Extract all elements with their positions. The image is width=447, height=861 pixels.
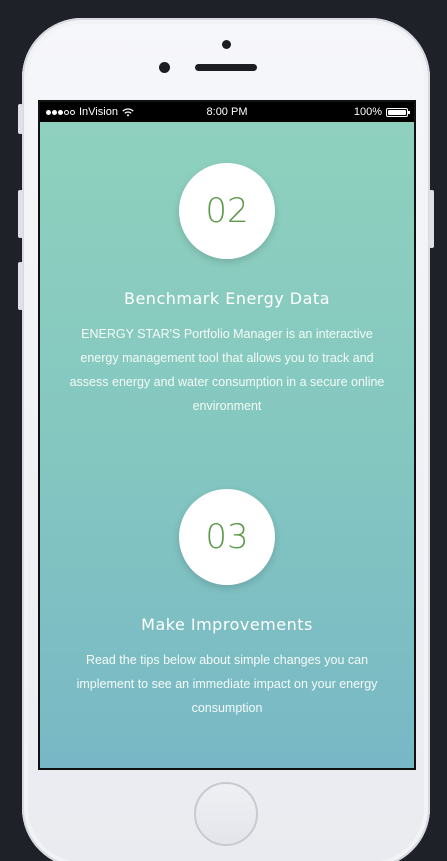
step-description: Read the tips below about simple changes…	[76, 653, 378, 715]
step-title: Make Improvements	[141, 615, 313, 634]
phone-frame: InVision 8:00 PM 100% 02 Benchmark Energ…	[18, 18, 434, 861]
volume-up-button	[18, 190, 23, 238]
earpiece-speaker	[195, 64, 257, 71]
step-description: ENERGY STAR'S Portfolio Manager is an in…	[69, 327, 385, 413]
app-content: 02 Benchmark Energy Data ENERGY STAR'S P…	[40, 122, 414, 768]
home-button[interactable]	[194, 782, 258, 846]
power-button	[429, 190, 434, 248]
phone-screen: InVision 8:00 PM 100% 02 Benchmark Energ…	[38, 100, 416, 770]
stage: InVision 8:00 PM 100% 02 Benchmark Energ…	[0, 0, 447, 861]
step-number-badge: 03	[179, 489, 275, 585]
step-card-improvements: 03 Make Improvements Read the tips below…	[40, 489, 414, 720]
step-title: Benchmark Energy Data	[123, 289, 331, 308]
step-number-badge: 02	[179, 163, 275, 259]
proximity-sensor	[222, 40, 231, 49]
status-right: 100%	[353, 106, 410, 118]
battery-percent: 100%	[353, 106, 382, 118]
status-bar: InVision 8:00 PM 100%	[40, 102, 414, 122]
volume-down-button	[18, 262, 23, 310]
step-card-benchmark: 02 Benchmark Energy Data ENERGY STAR'S P…	[40, 163, 414, 418]
mute-switch	[18, 104, 23, 134]
battery-icon	[386, 107, 410, 117]
front-camera-icon	[159, 62, 170, 73]
